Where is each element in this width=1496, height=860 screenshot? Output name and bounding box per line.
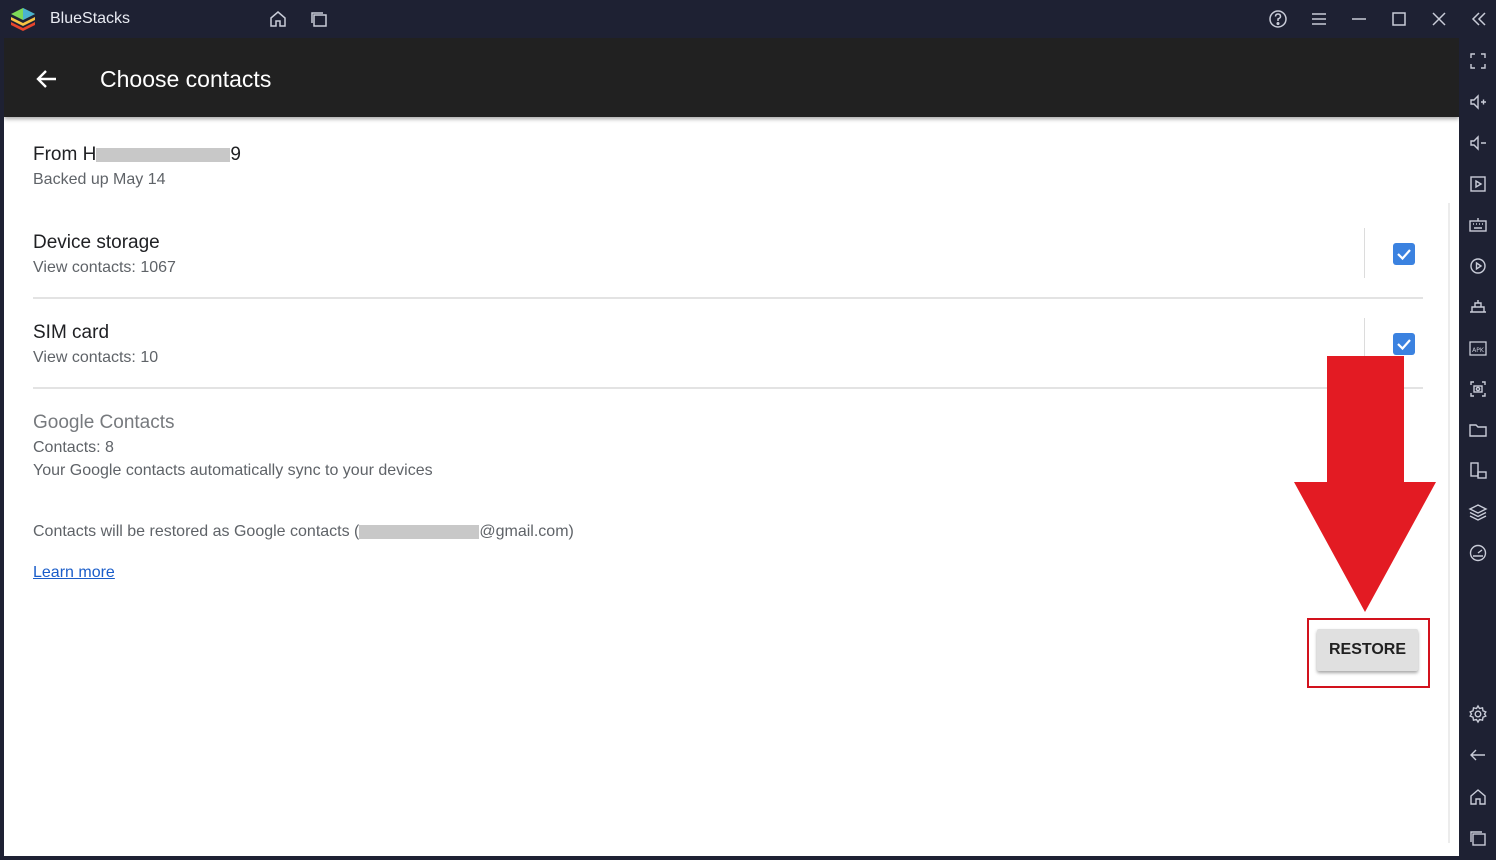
bluestacks-logo-icon [11, 8, 35, 31]
folder-icon[interactable] [1468, 420, 1488, 440]
redacted-email [359, 524, 480, 539]
scrollbar[interactable] [1448, 203, 1450, 843]
performance-icon[interactable] [1468, 543, 1488, 563]
android-recents-icon[interactable] [1468, 828, 1488, 848]
back-icon[interactable] [1468, 745, 1488, 765]
google-contacts-title: Google Contacts [33, 412, 175, 433]
sim-card-count: View contacts: 10 [33, 349, 159, 366]
google-sync-description: Your Google contacts automatically sync … [33, 462, 433, 479]
divider [1364, 228, 1365, 278]
title-bar: BlueStacks [0, 0, 1496, 38]
collapse-sidebar-icon[interactable] [1469, 9, 1489, 29]
bluestacks-sidebar: APK [1459, 38, 1496, 860]
macro-recorder-icon[interactable] [1468, 256, 1488, 276]
multi-instance-icon[interactable] [1468, 297, 1488, 317]
minimize-icon[interactable] [1349, 9, 1369, 29]
divider [33, 387, 1423, 389]
page-title: Choose contacts [100, 66, 272, 92]
android-screen: Choose contacts From H9 Backed up May 14… [4, 38, 1459, 856]
divider [33, 297, 1423, 299]
restore-account-note: Contacts will be restored as Google cont… [33, 523, 574, 540]
layers-icon[interactable] [1468, 502, 1488, 522]
app-title: BlueStacks [50, 10, 131, 27]
settings-icon[interactable] [1468, 704, 1488, 724]
volume-up-icon[interactable] [1468, 92, 1488, 112]
google-contacts-count: Contacts: 8 [33, 439, 114, 456]
back-arrow-icon[interactable] [34, 66, 60, 92]
rotate-icon[interactable] [1468, 461, 1488, 481]
recent-apps-icon[interactable] [309, 9, 329, 29]
restore-button[interactable]: RESTORE [1317, 629, 1418, 671]
media-manager-icon[interactable] [1468, 174, 1488, 194]
learn-more-link[interactable]: Learn more [33, 564, 115, 582]
redacted-device-name [96, 147, 231, 162]
device-storage-checkbox[interactable] [1393, 243, 1415, 265]
help-icon[interactable] [1268, 9, 1288, 29]
home-icon[interactable] [268, 9, 288, 29]
app-bar: Choose contacts [4, 38, 1459, 117]
backup-source-title: From H9 [33, 144, 241, 165]
sim-card-title[interactable]: SIM card [33, 322, 109, 344]
device-storage-title[interactable]: Device storage [33, 232, 160, 254]
screenshot-icon[interactable] [1468, 379, 1488, 399]
red-arrow-annotation [1294, 356, 1436, 612]
fullscreen-icon[interactable] [1468, 51, 1488, 71]
maximize-icon[interactable] [1389, 9, 1409, 29]
install-apk-icon[interactable]: APK [1468, 338, 1488, 358]
menu-icon[interactable] [1309, 9, 1329, 29]
backup-date: Backed up May 14 [33, 171, 166, 188]
sim-card-checkbox[interactable] [1393, 333, 1415, 355]
svg-text:APK: APK [1472, 347, 1485, 354]
close-icon[interactable] [1429, 9, 1449, 29]
keyboard-icon[interactable] [1468, 215, 1488, 235]
android-home-icon[interactable] [1468, 787, 1488, 807]
device-storage-count: View contacts: 1067 [33, 259, 176, 276]
volume-down-icon[interactable] [1468, 133, 1488, 153]
